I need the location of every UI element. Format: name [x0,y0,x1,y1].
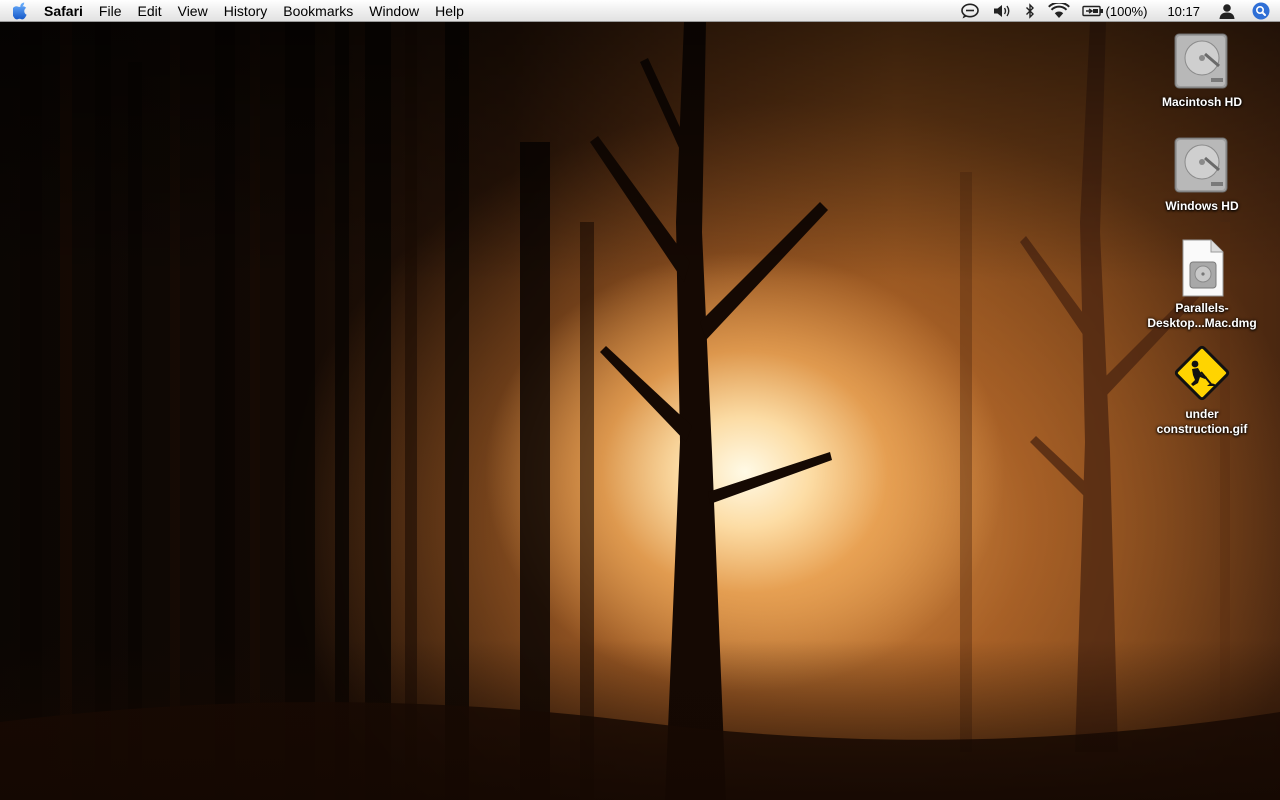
hard-drive-icon [1174,137,1228,193]
menu-view[interactable]: View [170,0,216,22]
desktop-icon-label: under construction.gif [1137,407,1267,437]
menu-app-name[interactable]: Safari [42,0,91,22]
spotlight-icon[interactable] [1252,0,1270,22]
desktop-icon-label: Windows HD [1165,199,1239,213]
battery-percentage: (100%) [1105,3,1148,19]
menu-bar: Safari File Edit View History Bookmarks … [0,0,1280,22]
desktop-icon-label: Macintosh HD [1161,95,1242,109]
bluetooth-icon[interactable] [1024,0,1036,22]
label-line-1: under [1185,407,1219,421]
hard-drive-icon [1174,33,1228,89]
label-line-2: construction.gif [1156,422,1248,436]
desktop-icon-macintosh-hd[interactable]: Macintosh HD [1137,30,1267,110]
label-line-2: Desktop...Mac.dmg [1147,316,1257,330]
user-icon[interactable] [1218,0,1236,22]
menu-history[interactable]: History [216,0,276,22]
menu-bookmarks[interactable]: Bookmarks [275,0,361,22]
disk-image-icon [1182,239,1224,297]
desktop-wallpaper [0,22,1280,800]
menu-window[interactable]: Window [361,0,427,22]
battery-icon[interactable]: (100%) [1081,0,1148,22]
wifi-icon[interactable] [1047,0,1070,22]
desktop-icon-label: Parallels- Desktop...Mac.dmg [1137,301,1267,331]
label-line-1: Parallels- [1175,301,1229,315]
menu-help[interactable]: Help [427,0,472,22]
desktop-icon-under-construction-gif[interactable]: under construction.gif [1137,342,1267,437]
ichat-status-icon[interactable] [960,0,980,22]
volume-icon[interactable] [992,0,1012,22]
menu-file[interactable]: File [91,0,130,22]
menubar-clock[interactable]: 10:17 [1167,0,1200,22]
menu-extras: (100%) 10:17 [954,0,1280,22]
desktop-icon-windows-hd[interactable]: Windows HD [1137,134,1267,214]
desktop-icon-parallels-dmg[interactable]: Parallels- Desktop...Mac.dmg [1137,238,1267,331]
construction-sign-icon [1174,345,1230,401]
apple-menu-icon[interactable] [10,0,32,22]
menu-edit[interactable]: Edit [129,0,169,22]
